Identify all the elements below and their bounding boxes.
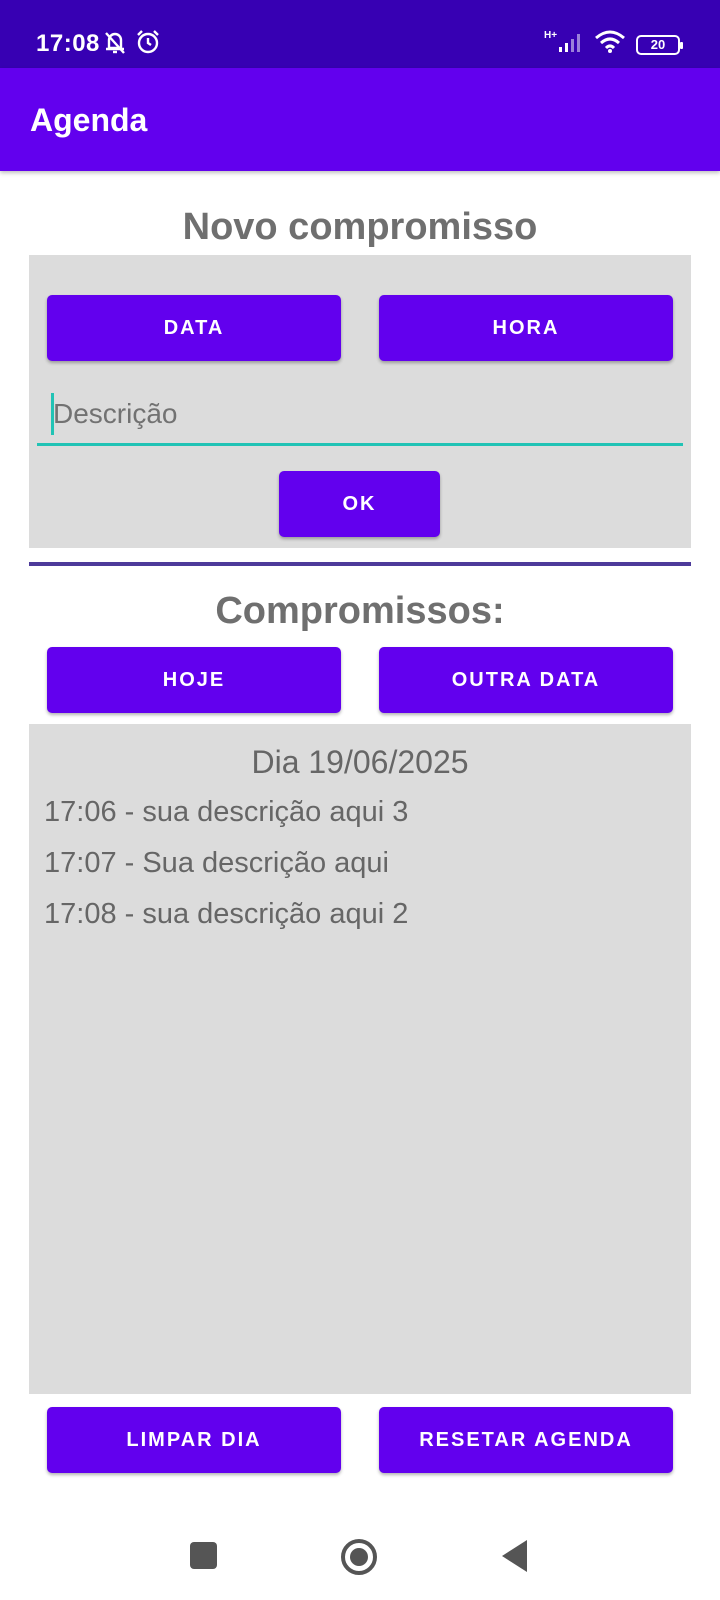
ok-button[interactable]: OK <box>279 471 440 537</box>
nav-home-icon[interactable] <box>341 1539 377 1575</box>
list-item: 17:07 - Sua descrição aqui <box>44 847 389 879</box>
new-appointment-title: Novo compromisso <box>182 206 538 248</box>
status-time: 17:08 <box>36 30 100 57</box>
status-bar: 17:08 H+ 20 <box>0 0 720 68</box>
date-button[interactable]: DATA <box>47 295 341 361</box>
nav-recents-icon[interactable] <box>190 1542 217 1569</box>
network-type: H+ <box>544 30 558 41</box>
app-bar: Agenda <box>0 68 720 171</box>
nav-back-icon[interactable] <box>502 1540 527 1572</box>
description-input[interactable]: Descrição <box>37 390 683 446</box>
section-divider <box>29 562 691 566</box>
wifi-icon <box>594 30 626 59</box>
reset-agenda-button[interactable]: RESETAR AGENDA <box>379 1407 673 1473</box>
appointments-list[interactable]: Dia 19/06/2025 17:06 - sua descrição aqu… <box>29 724 691 1394</box>
description-placeholder: Descrição <box>53 398 178 429</box>
alarm-icon <box>134 28 162 61</box>
status-left-icons <box>102 28 162 61</box>
app-title: Agenda <box>30 102 148 138</box>
notifications-off-icon <box>102 28 128 61</box>
appointments-title: Compromissos: <box>215 590 505 632</box>
clear-day-button[interactable]: LIMPAR DIA <box>47 1407 341 1473</box>
status-right-icons: 20 <box>558 30 683 59</box>
navigation-bar <box>0 1500 720 1600</box>
today-button[interactable]: HOJE <box>47 647 341 713</box>
signal-icon <box>558 31 584 58</box>
other-date-button[interactable]: OUTRA DATA <box>379 647 673 713</box>
day-title: Dia 19/06/2025 <box>251 744 469 780</box>
list-item: 17:06 - sua descrição aqui 3 <box>44 796 409 828</box>
battery-icon: 20 <box>636 34 683 55</box>
new-appointment-panel: DATA HORA Descrição OK <box>29 255 691 548</box>
list-item: 17:08 - sua descrição aqui 2 <box>44 898 409 930</box>
time-button[interactable]: HORA <box>379 295 673 361</box>
